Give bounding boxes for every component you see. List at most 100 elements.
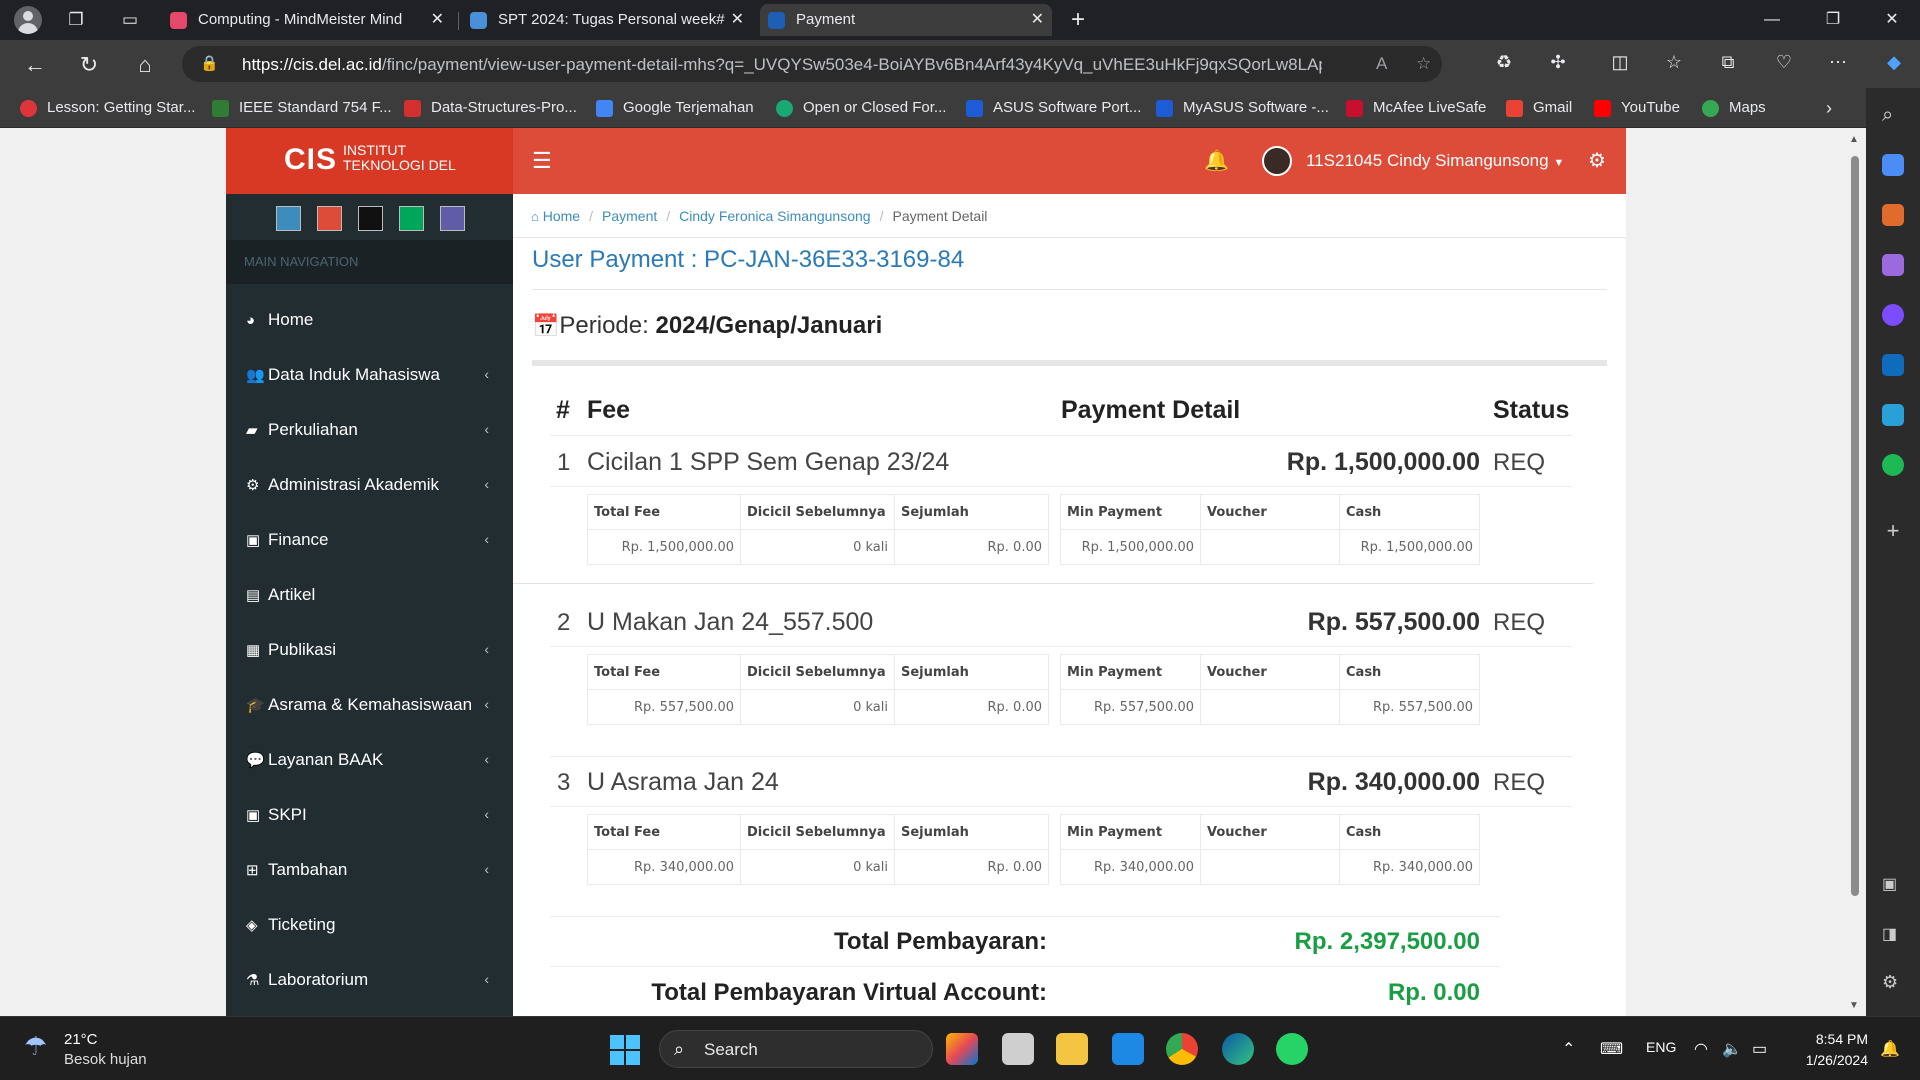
clock-time[interactable]: 8:54 PM (1794, 1031, 1868, 1047)
user-avatar[interactable] (1262, 146, 1292, 176)
copilot-icon[interactable] (1882, 304, 1904, 326)
sidebar-item-skpi[interactable]: ▣ SKPI ‹ (226, 787, 513, 842)
sidebar-toggle-hamburger-icon[interactable]: ☰ (532, 150, 552, 172)
bookmark-item[interactable]: Gmail (1506, 97, 1572, 119)
keyboard-icon[interactable]: ⌨ (1600, 1039, 1623, 1059)
notification-bell-icon[interactable]: 🔔 (1880, 1039, 1900, 1059)
url-text[interactable]: https://cis.del.ac.id/finc/payment/view-… (242, 55, 1322, 75)
restore-icon[interactable]: ❐ (1813, 6, 1853, 34)
bookmark-item[interactable]: Data-Structures-Pro... (404, 97, 577, 119)
breadcrumb-home[interactable]: ⌂ Home (531, 208, 580, 224)
extensions-puzzle-icon[interactable]: ✣ (1544, 52, 1572, 73)
wifi-icon[interactable]: ◠ (1694, 1039, 1708, 1059)
more-options-icon[interactable]: ⋯ (1824, 52, 1852, 73)
copilot-icon[interactable]: ◆ (1880, 52, 1908, 73)
sidebar-item-layanan-baak[interactable]: 💬 Layanan BAAK ‹ (226, 732, 513, 787)
refresh-icon[interactable]: ↻ (74, 50, 104, 80)
rain-weather-icon[interactable]: ☂ (24, 1031, 47, 1062)
sidebar-item-perkuliahan[interactable]: ▰ Perkuliahan ‹ (226, 402, 513, 457)
cis-logo[interactable]: CIS INSTITUT TEKNOLOGI DEL (226, 128, 513, 194)
bookmark-item[interactable]: Lesson: Getting Star... (20, 97, 195, 119)
clock-date[interactable]: 1/26/2024 (1794, 1052, 1868, 1068)
whatsapp-icon[interactable] (1276, 1033, 1308, 1065)
add-sidebar-app-icon[interactable]: + (1882, 518, 1904, 543)
show-hidden-icons-chevron-icon[interactable]: ⌃ (1562, 1039, 1575, 1059)
taskbar-search[interactable]: ⌕ Search (659, 1030, 933, 1068)
sidebar-settings-icon[interactable]: ⚙ (1882, 972, 1904, 994)
bookmark-item[interactable]: Google Terjemahan (596, 97, 754, 119)
sidebar-item-administrasi-akademik[interactable]: ⚙ Administrasi Akademik ‹ (226, 457, 513, 512)
notification-bell-icon[interactable]: 🔔 (1204, 148, 1229, 173)
split-screen-icon[interactable]: ◫ (1606, 52, 1634, 73)
breadcrumb-user[interactable]: Cindy Feronica Simangunsong (679, 208, 870, 224)
shopping-icon[interactable] (1882, 154, 1904, 176)
browser-essentials-icon[interactable]: ♡ (1770, 52, 1798, 73)
back-icon[interactable]: ← (20, 50, 50, 80)
profile-avatar[interactable] (14, 6, 42, 34)
favorites-icon[interactable]: ☆ (1660, 52, 1688, 73)
sidebar-item-asrama-kemahasiswaan[interactable]: 🎓 Asrama & Kemahasiswaan ‹ (226, 677, 513, 732)
sidebar-item-home[interactable]: ◕ Home (226, 292, 513, 347)
breadcrumb-payment[interactable]: Payment (602, 208, 657, 224)
tab-mindmeister[interactable]: Computing - MindMeister Mind ✕ (162, 4, 452, 36)
workspaces-icon[interactable]: ❐ (64, 8, 88, 32)
home-icon[interactable]: ⌂ (130, 50, 160, 80)
read-aloud-icon[interactable]: A (1376, 54, 1387, 74)
lock-icon[interactable]: 🔒 (200, 54, 219, 72)
volume-icon[interactable]: 🔈 (1722, 1039, 1742, 1059)
favorite-star-icon[interactable]: ☆ (1416, 54, 1431, 74)
hide-sidebar-icon[interactable]: ◨ (1882, 924, 1904, 946)
drop-icon[interactable] (1882, 404, 1904, 426)
skin-red-swatch[interactable] (317, 206, 342, 231)
start-button[interactable] (610, 1035, 640, 1065)
sidebar-item-data-induk-mahasiswa[interactable]: 👥 Data Induk Mahasiswa ‹ (226, 347, 513, 402)
skin-green-swatch[interactable] (399, 206, 424, 231)
search-icon[interactable]: ⌕ (1882, 104, 1904, 126)
edge-icon[interactable] (1222, 1033, 1254, 1065)
tab-payment[interactable]: Payment ✕ (760, 4, 1052, 36)
bookmark-item[interactable]: YouTube (1594, 97, 1680, 119)
scrollbar-thumb[interactable] (1851, 156, 1859, 896)
extension-icon[interactable]: ♻ (1490, 52, 1518, 73)
vertical-tabs-icon[interactable]: ▭ (118, 8, 142, 32)
close-tab-icon[interactable]: ✕ (431, 4, 444, 36)
settings-gears-icon[interactable]: ⚙ (1588, 148, 1606, 173)
close-window-icon[interactable]: ✕ (1872, 6, 1912, 34)
bookmark-item[interactable]: Open or Closed For... (776, 97, 946, 119)
close-tab-icon[interactable]: ✕ (731, 4, 744, 36)
bookmark-item[interactable]: IEEE Standard 754 F... (212, 97, 392, 119)
task-view-icon[interactable] (1002, 1033, 1034, 1065)
bookmark-item[interactable]: ASUS Software Port... (966, 97, 1141, 119)
language-indicator[interactable]: ENG (1646, 1039, 1676, 1055)
sidebar-item-publikasi[interactable]: ▦ Publikasi ‹ (226, 622, 513, 677)
sidebar-item-tambahan[interactable]: ⊞ Tambahan ‹ (226, 842, 513, 897)
sidebar-item-finance[interactable]: ▣ Finance ‹ (226, 512, 513, 567)
weather-description[interactable]: Besok hujan (64, 1051, 147, 1068)
sidebar-item-artikel[interactable]: ▤ Artikel (226, 567, 513, 622)
skin-purple-swatch[interactable] (440, 206, 465, 231)
minimize-icon[interactable]: — (1752, 6, 1792, 34)
battery-icon[interactable]: ▭ (1752, 1039, 1767, 1059)
games-icon[interactable] (1882, 254, 1904, 276)
skin-black-swatch[interactable] (358, 206, 383, 231)
new-tab-button[interactable]: + (1066, 8, 1090, 32)
skin-blue-swatch[interactable] (276, 206, 301, 231)
spotify-icon[interactable] (1882, 454, 1904, 476)
mail-icon[interactable] (1112, 1033, 1144, 1065)
url-bar[interactable]: 🔒 https://cis.del.ac.id/finc/payment/vie… (182, 46, 1442, 82)
chrome-icon[interactable] (1166, 1033, 1198, 1065)
file-explorer-icon[interactable] (1056, 1033, 1088, 1065)
collections-icon[interactable]: ⧉ (1714, 52, 1742, 73)
close-tab-icon[interactable]: ✕ (1031, 4, 1044, 36)
bookmark-item[interactable]: MyASUS Software -... (1156, 97, 1329, 119)
tab-spt-2024[interactable]: SPT 2024: Tugas Personal week# ✕ (462, 4, 752, 36)
screenshot-icon[interactable]: ▣ (1882, 874, 1904, 896)
bookmark-item[interactable]: Maps (1702, 97, 1766, 119)
bookmark-item[interactable]: McAfee LiveSafe (1346, 97, 1486, 119)
outlook-icon[interactable] (1882, 354, 1904, 376)
tools-icon[interactable] (1882, 204, 1904, 226)
copilot-app-icon[interactable] (946, 1033, 978, 1065)
user-menu-dropdown[interactable]: 11S21045 Cindy Simangunsong ▼ (1306, 151, 1564, 171)
more-bookmarks-chevron-icon[interactable]: › (1826, 97, 1832, 119)
weather-temperature[interactable]: 21°C (64, 1031, 98, 1048)
